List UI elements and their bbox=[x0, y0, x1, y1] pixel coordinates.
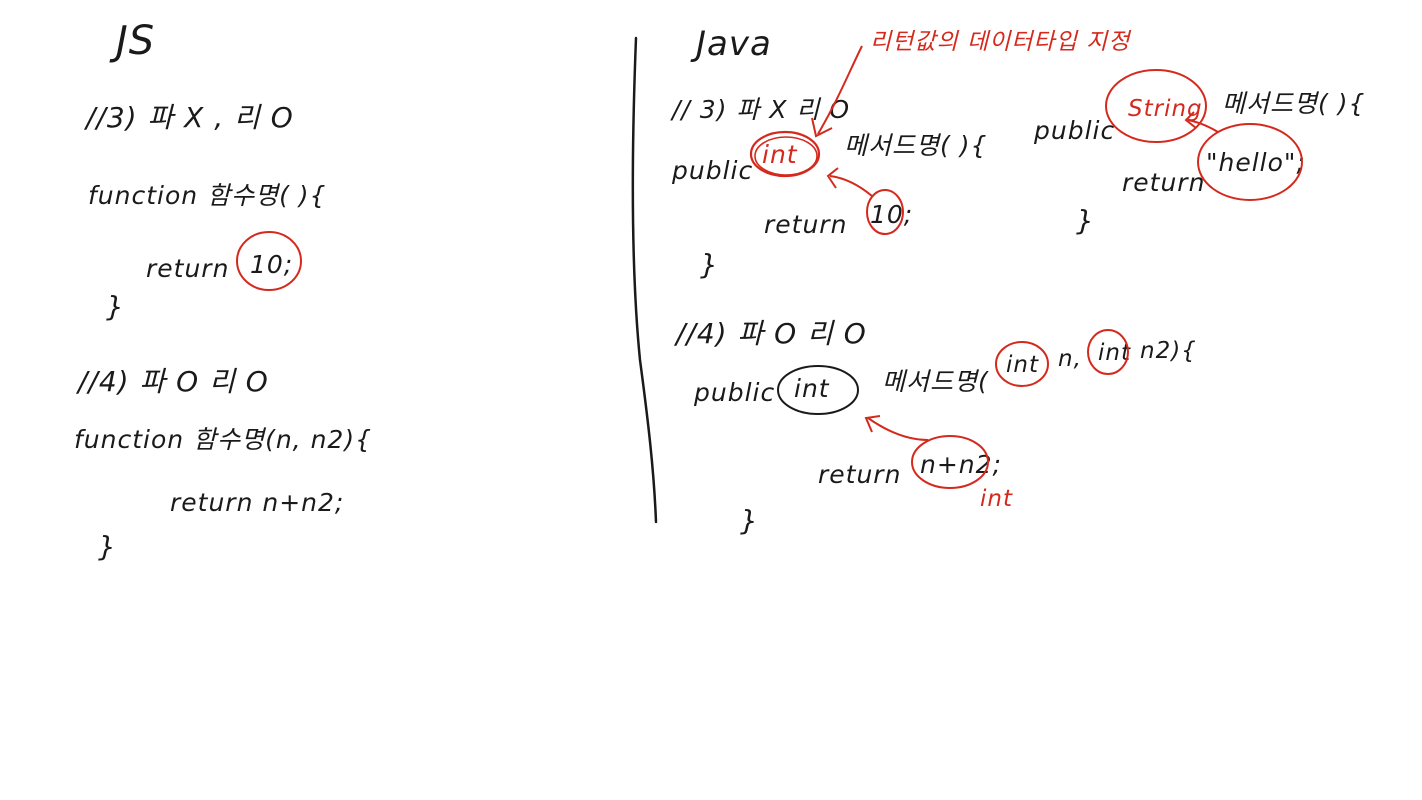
java-m3-type-circle bbox=[777, 365, 859, 415]
java-annotation-arrow bbox=[817, 45, 863, 135]
java-m3-param2-circle bbox=[1087, 329, 1129, 375]
js-return-value-circle bbox=[236, 231, 302, 291]
java-m1-arrow bbox=[829, 175, 873, 197]
pen-strokes bbox=[236, 36, 1303, 524]
whiteboard-canvas: JS //3) 파 X , 리 O function 함수명( ){ retur… bbox=[0, 0, 1422, 800]
java-m1-return-circle bbox=[866, 189, 904, 235]
java-m2-type-circle bbox=[1105, 69, 1207, 143]
java-m3-return-circle bbox=[911, 435, 989, 489]
divider-line bbox=[631, 36, 658, 524]
java-m3-arrow bbox=[867, 417, 929, 441]
java-m1-type-circle-inner bbox=[754, 136, 818, 176]
java-m3-param1-circle bbox=[995, 341, 1049, 387]
java-m2-return-circle bbox=[1197, 123, 1303, 201]
